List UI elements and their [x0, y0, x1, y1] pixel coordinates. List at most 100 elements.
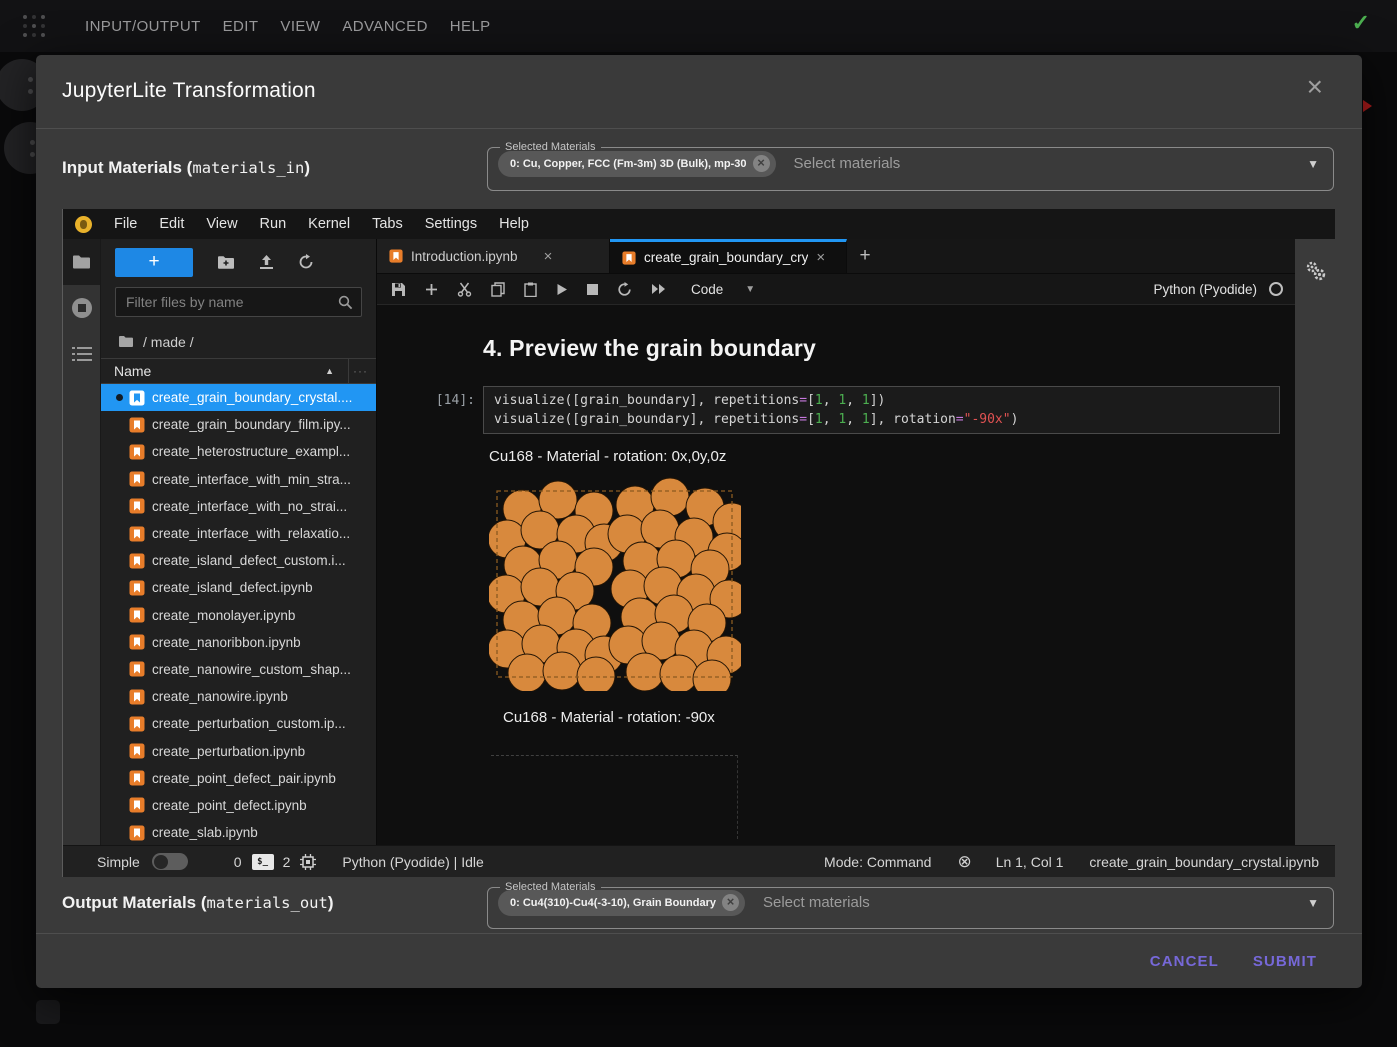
- kernel-status-text[interactable]: Python (Pyodide) | Idle: [342, 854, 483, 870]
- new-launcher-button[interactable]: +: [115, 248, 193, 277]
- kernel-name[interactable]: Python (Pyodide): [1153, 282, 1257, 297]
- file-row[interactable]: create_monolayer.ipynb: [101, 602, 376, 629]
- input-materials-placeholder[interactable]: Select materials: [794, 155, 1308, 172]
- file-row[interactable]: create_point_defect_pair.ipynb: [101, 765, 376, 792]
- dropdown-arrow-icon[interactable]: ▼: [1307, 896, 1319, 910]
- home-folder-icon[interactable]: [118, 335, 134, 348]
- app-menu-item-advanced[interactable]: ADVANCED: [331, 10, 438, 43]
- notebook-icon: [129, 770, 145, 786]
- copy-icon[interactable]: [491, 282, 505, 297]
- dialog-footer: CANCEL SUBMIT: [1133, 943, 1334, 980]
- jupyter-menu-item-help[interactable]: Help: [488, 211, 540, 237]
- output-materials-select[interactable]: Selected Materials 0: Cu4(310)-Cu4(-3-10…: [487, 881, 1334, 929]
- editor-mode[interactable]: Mode: Command: [824, 854, 931, 870]
- restart-run-all-icon[interactable]: [651, 283, 666, 295]
- restart-kernel-icon[interactable]: [617, 282, 632, 297]
- jupyter-menu-item-settings[interactable]: Settings: [414, 211, 488, 237]
- file-row[interactable]: create_slab.ipynb: [101, 819, 376, 845]
- file-browser-toolbar: +: [101, 239, 376, 285]
- app-menu-item-view[interactable]: VIEW: [269, 10, 331, 43]
- app-menu: INPUT/OUTPUTEDITVIEWADVANCEDHELP: [74, 10, 502, 43]
- file-row[interactable]: create_island_defect.ipynb: [101, 574, 376, 601]
- tab-create-grain-boundary-cry[interactable]: create_grain_boundary_cry×: [610, 239, 847, 273]
- close-icon[interactable]: ×: [1307, 73, 1323, 101]
- jupyter-menu-item-edit[interactable]: Edit: [148, 211, 195, 237]
- file-row[interactable]: create_interface_with_min_stra...: [101, 466, 376, 493]
- notebook-toolbar: Code ▼ Python (Pyodide): [377, 274, 1295, 305]
- file-name: create_island_defect.ipynb: [152, 580, 313, 595]
- output-material-chip[interactable]: 0: Cu4(310)-Cu4(-3-10), Grain Boundary ×: [498, 890, 745, 916]
- cell-type-select[interactable]: Code: [691, 282, 723, 297]
- cut-icon[interactable]: [457, 282, 472, 297]
- new-tab-button[interactable]: +: [847, 239, 883, 273]
- dropdown-arrow-icon[interactable]: ▼: [1307, 157, 1319, 171]
- notebook-icon: [129, 607, 145, 623]
- file-browser-tab[interactable]: [63, 239, 100, 285]
- refresh-icon[interactable]: [298, 254, 314, 270]
- file-row[interactable]: create_heterostructure_exampl...: [101, 438, 376, 465]
- file-name: create_interface_with_min_stra...: [152, 472, 351, 487]
- file-row[interactable]: create_nanowire.ipynb: [101, 683, 376, 710]
- file-row[interactable]: create_nanowire_custom_shap...: [101, 656, 376, 683]
- notifications-icon[interactable]: ⊗: [957, 852, 971, 872]
- breadcrumb[interactable]: / made /: [101, 325, 376, 358]
- terminals-count[interactable]: 0: [234, 854, 242, 870]
- chip-remove-icon[interactable]: ×: [753, 155, 770, 172]
- tab-close-icon[interactable]: ×: [544, 248, 553, 265]
- run-icon[interactable]: [556, 283, 568, 296]
- file-row[interactable]: create_nanoribbon.ipynb: [101, 629, 376, 656]
- tab-close-icon[interactable]: ×: [816, 249, 825, 266]
- file-row[interactable]: create_perturbation.ipynb: [101, 737, 376, 764]
- file-name: create_point_defect_pair.ipynb: [152, 771, 336, 786]
- file-row[interactable]: create_point_defect.ipynb: [101, 792, 376, 819]
- app-menu-item-edit[interactable]: EDIT: [212, 10, 270, 43]
- table-of-contents-tab[interactable]: [63, 331, 100, 377]
- jupyter-menu-item-kernel[interactable]: Kernel: [297, 211, 361, 237]
- save-icon[interactable]: [391, 282, 406, 297]
- file-name: create_perturbation_custom.ip...: [152, 716, 346, 731]
- app-logo-dots-icon[interactable]: [21, 13, 47, 39]
- app-menu-item-help[interactable]: HELP: [439, 10, 502, 43]
- material-visualization[interactable]: [489, 477, 741, 691]
- submit-button[interactable]: SUBMIT: [1236, 943, 1334, 980]
- file-row[interactable]: create_interface_with_relaxatio...: [101, 520, 376, 547]
- jupyter-statusbar: Simple 0 $_ 2 Python (Pyodide) | Idle Mo…: [63, 845, 1335, 877]
- kernel-status-icon[interactable]: [1269, 282, 1283, 296]
- file-row[interactable]: create_interface_with_no_strai...: [101, 493, 376, 520]
- chip-remove-icon[interactable]: ×: [722, 894, 739, 911]
- filter-files-input[interactable]: Filter files by name: [115, 287, 362, 317]
- code-cell[interactable]: visualize([grain_boundary], repetitions=…: [483, 386, 1280, 434]
- notebook-content[interactable]: 4. Preview the grain boundary [14]: visu…: [377, 305, 1295, 845]
- file-row[interactable]: create_grain_boundary_crystal....: [101, 384, 376, 411]
- input-material-chip[interactable]: 0: Cu, Copper, FCC (Fm-3m) 3D (Bulk), mp…: [498, 151, 776, 177]
- name-column-header[interactable]: Name: [114, 363, 151, 379]
- jupyter-menu-item-file[interactable]: File: [103, 211, 148, 237]
- jupyter-menu-item-tabs[interactable]: Tabs: [361, 211, 414, 237]
- output-materials-placeholder[interactable]: Select materials: [763, 894, 1307, 911]
- app-menu-item-input-output[interactable]: INPUT/OUTPUT: [74, 10, 212, 43]
- new-folder-icon[interactable]: [217, 255, 235, 270]
- file-row[interactable]: create_island_defect_custom.i...: [101, 547, 376, 574]
- cell-type-caret-icon[interactable]: ▼: [745, 284, 755, 295]
- file-row[interactable]: create_perturbation_custom.ip...: [101, 710, 376, 737]
- code-line: visualize([grain_boundary], repetitions=…: [494, 391, 1269, 410]
- insert-cell-icon[interactable]: [425, 283, 438, 296]
- paste-icon[interactable]: [524, 282, 537, 297]
- jupyter-menu-item-run[interactable]: Run: [249, 211, 298, 237]
- stop-icon[interactable]: [587, 284, 598, 295]
- jupyter-menu-item-view[interactable]: View: [195, 211, 248, 237]
- tab-introduction-ipynb[interactable]: Introduction.ipynb×: [377, 239, 610, 273]
- file-row[interactable]: create_grain_boundary_film.ipy...: [101, 411, 376, 438]
- upload-icon[interactable]: [259, 254, 274, 270]
- kernels-count[interactable]: 2: [283, 854, 291, 870]
- property-inspector-gears-icon[interactable]: [1303, 259, 1327, 845]
- file-list-header[interactable]: Name ▲ ···: [101, 358, 376, 384]
- cancel-button[interactable]: CANCEL: [1133, 943, 1236, 980]
- input-materials-select[interactable]: Selected Materials 0: Cu, Copper, FCC (F…: [487, 141, 1334, 191]
- jupyterlite-transformation-dialog: JupyterLite Transformation × Input Mater…: [36, 55, 1362, 988]
- cursor-position[interactable]: Ln 1, Col 1: [996, 854, 1064, 870]
- notebook-icon: [389, 249, 403, 263]
- right-sidebar-strip: [1295, 239, 1335, 845]
- running-sessions-tab[interactable]: [63, 285, 100, 331]
- simple-mode-toggle[interactable]: [152, 853, 188, 870]
